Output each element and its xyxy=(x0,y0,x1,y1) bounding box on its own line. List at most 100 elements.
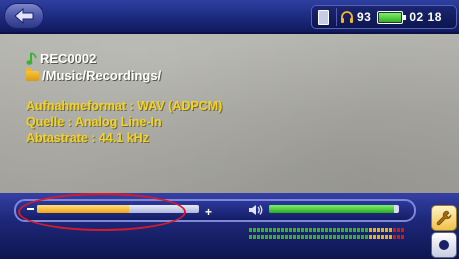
level-segment-yellow xyxy=(377,235,380,239)
level-segment-green xyxy=(253,235,256,239)
level-segment-yellow xyxy=(381,228,384,232)
level-segment-green xyxy=(361,235,364,239)
file-name-row: REC0002 xyxy=(26,50,161,67)
level-segment-green xyxy=(349,235,352,239)
file-name: REC0002 xyxy=(40,51,97,66)
level-segment-yellow xyxy=(389,228,392,232)
level-segment-green xyxy=(297,235,300,239)
level-segment-green xyxy=(249,228,252,232)
level-meter-left xyxy=(249,228,409,232)
level-meter-right xyxy=(249,235,409,239)
battery-icon xyxy=(377,10,407,24)
volume-slider[interactable] xyxy=(269,205,399,213)
level-segment-green xyxy=(281,235,284,239)
detail-sample-rate: Abtastrate : 44.1 kHz xyxy=(26,131,149,145)
level-segment-green xyxy=(273,228,276,232)
level-segment-green xyxy=(317,235,320,239)
level-segment-green xyxy=(285,228,288,232)
status-panel: 93 02 18 xyxy=(311,5,457,29)
top-bar: 93 02 18 xyxy=(0,0,459,34)
level-segment-green xyxy=(257,235,260,239)
level-segment-green xyxy=(349,228,352,232)
memory-card-icon xyxy=(318,9,329,25)
level-segment-green xyxy=(257,228,260,232)
level-segment-red xyxy=(397,228,400,232)
file-info: REC0002 /Music/Recordings/ xyxy=(26,50,161,84)
level-segment-yellow xyxy=(389,235,392,239)
level-segment-green xyxy=(313,235,316,239)
level-segment-yellow xyxy=(385,228,388,232)
folder-path: /Music/Recordings/ xyxy=(42,68,162,83)
level-segment-green xyxy=(293,228,296,232)
level-segment-green xyxy=(341,235,344,239)
level-segment-green xyxy=(321,235,324,239)
level-segment-red xyxy=(393,228,396,232)
seek-forward-button[interactable]: + xyxy=(205,206,212,218)
detail-format: Aufnahmeformat : WAV (ADPCM) xyxy=(26,99,223,113)
level-segment-green xyxy=(301,235,304,239)
level-segment-green xyxy=(305,228,308,232)
level-segment-green xyxy=(289,235,292,239)
level-segment-red xyxy=(401,228,404,232)
level-segment-green xyxy=(329,235,332,239)
level-segment-green xyxy=(269,235,272,239)
level-segment-green xyxy=(365,228,368,232)
level-segment-yellow xyxy=(373,235,376,239)
level-segment-green xyxy=(281,228,284,232)
level-segment-green xyxy=(269,228,272,232)
level-segment-green xyxy=(333,228,336,232)
level-segment-green xyxy=(297,228,300,232)
level-segment-green xyxy=(345,228,348,232)
level-segment-green xyxy=(357,235,360,239)
settings-wrench-icon xyxy=(436,210,452,226)
level-segment-green xyxy=(253,228,256,232)
folder-row: /Music/Recordings/ xyxy=(26,67,161,84)
level-segment-green xyxy=(329,228,332,232)
level-segment-green xyxy=(353,235,356,239)
level-segment-green xyxy=(337,235,340,239)
level-segment-red xyxy=(401,235,404,239)
battery-fill xyxy=(379,12,402,22)
level-segment-green xyxy=(265,235,268,239)
level-segment-green xyxy=(309,235,312,239)
level-segment-yellow xyxy=(377,228,380,232)
level-segment-yellow xyxy=(369,228,372,232)
level-segment-green xyxy=(361,228,364,232)
level-segment-green xyxy=(309,228,312,232)
detail-source: Quelle : Analog Line-In xyxy=(26,115,162,129)
level-segment-yellow xyxy=(369,235,372,239)
level-segment-green xyxy=(313,228,316,232)
level-segment-yellow xyxy=(373,228,376,232)
level-segment-green xyxy=(357,228,360,232)
level-segment-green xyxy=(337,228,340,232)
level-segment-green xyxy=(289,228,292,232)
level-meters xyxy=(249,228,409,242)
recorder-screen: 93 02 18 REC0002 /Music/Recordings/ Aufn… xyxy=(0,0,459,259)
record-button[interactable] xyxy=(431,232,457,258)
level-segment-green xyxy=(265,228,268,232)
highlight-annotation xyxy=(18,193,186,231)
clock: 02 18 xyxy=(409,10,442,24)
level-segment-green xyxy=(249,235,252,239)
settings-button[interactable] xyxy=(431,205,457,231)
status-divider xyxy=(336,8,337,26)
level-segment-green xyxy=(345,235,348,239)
back-button[interactable] xyxy=(4,3,44,29)
level-segment-yellow xyxy=(385,235,388,239)
level-segment-green xyxy=(293,235,296,239)
level-segment-green xyxy=(305,235,308,239)
folder-icon xyxy=(26,67,39,81)
level-segment-green xyxy=(333,235,336,239)
level-segment-green xyxy=(273,235,276,239)
level-segment-yellow xyxy=(381,235,384,239)
back-icon xyxy=(14,7,34,25)
record-icon xyxy=(439,240,449,250)
recording-details: Aufnahmeformat : WAV (ADPCM) Quelle : An… xyxy=(26,98,222,146)
level-segment-green xyxy=(325,228,328,232)
level-segment-green xyxy=(261,235,264,239)
volume-fill xyxy=(269,205,394,213)
level-segment-green xyxy=(261,228,264,232)
level-segment-green xyxy=(353,228,356,232)
music-note-icon xyxy=(26,51,37,65)
level-segment-red xyxy=(393,235,396,239)
